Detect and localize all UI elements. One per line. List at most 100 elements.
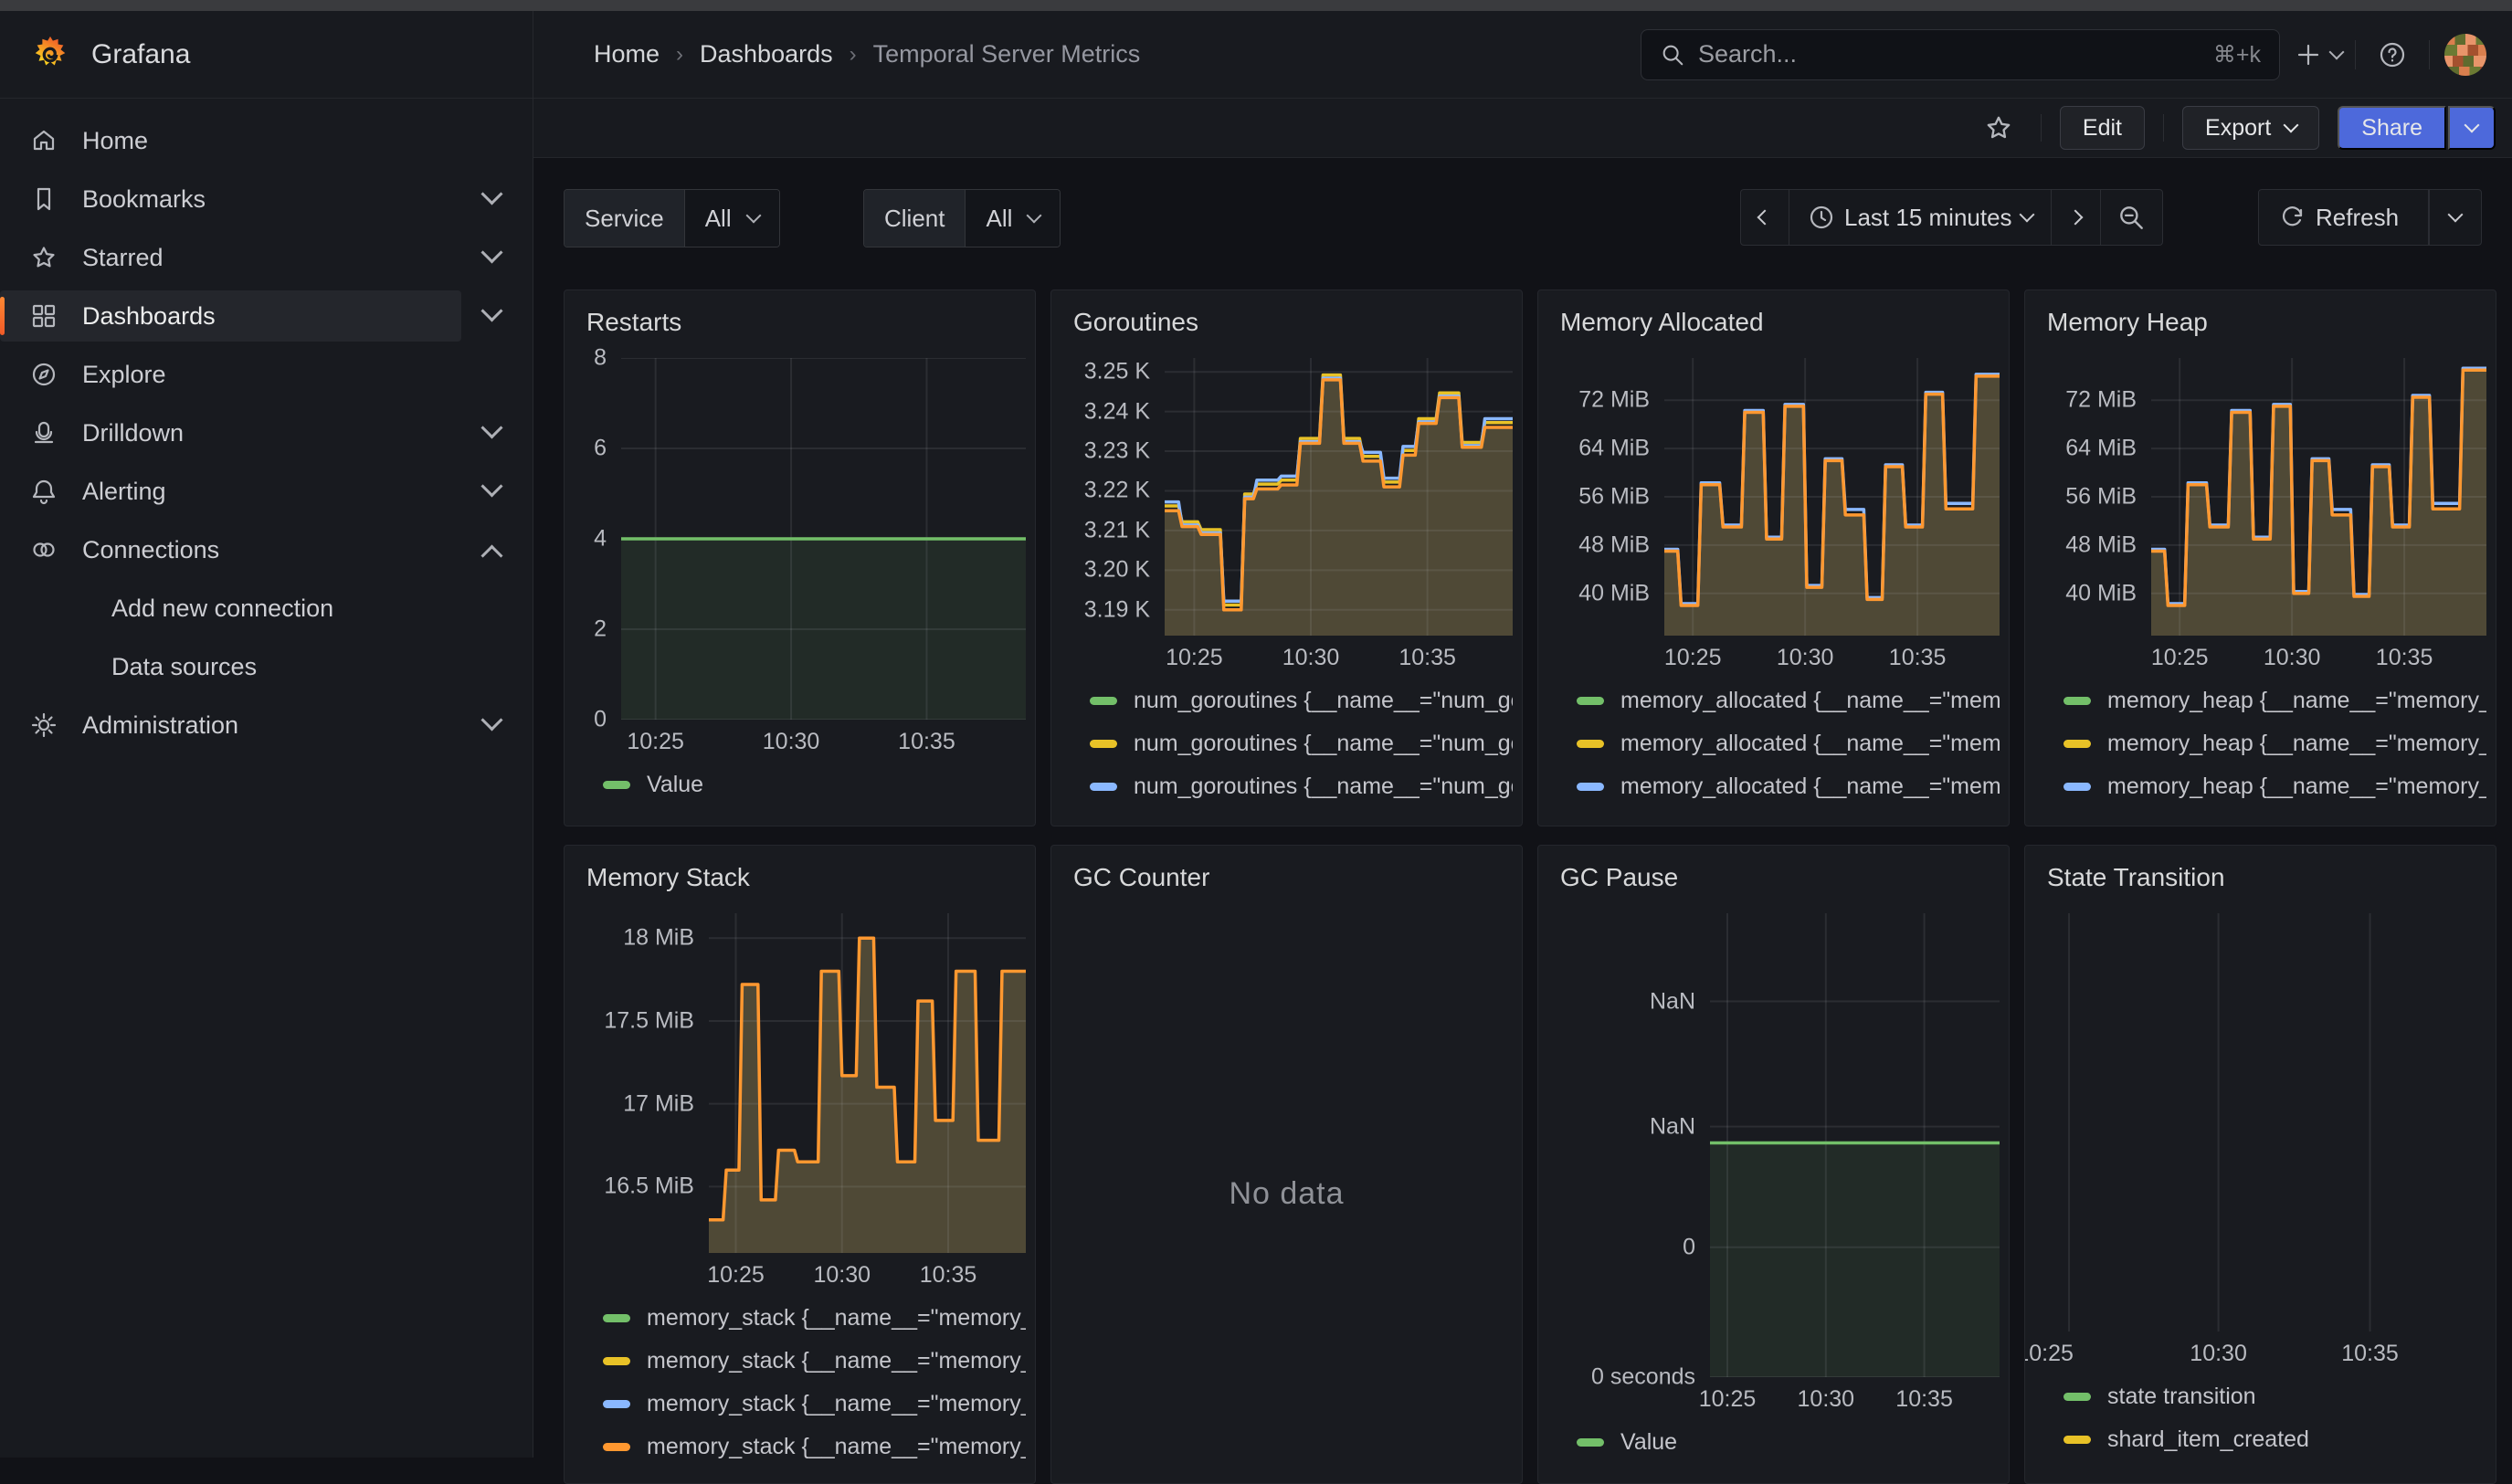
legend-item[interactable]: memory_stack {__name__="memory_stack", i… bbox=[603, 1297, 1026, 1340]
share-button[interactable]: Share bbox=[2338, 106, 2446, 150]
legend-item[interactable]: num_goroutines {__name__="num_goroutines… bbox=[1090, 722, 1513, 765]
sidebar-item-bookmarks[interactable]: Bookmarks bbox=[0, 172, 533, 226]
panel-header[interactable]: Memory Stack bbox=[565, 846, 1035, 904]
sidebar-item-home[interactable]: Home bbox=[0, 113, 533, 168]
client-filter[interactable]: Client All bbox=[863, 189, 1061, 247]
chart-plot[interactable] bbox=[2040, 913, 2486, 1331]
legend-item[interactable]: memory_heap {__name__="memory_heap", ins… bbox=[2063, 722, 2486, 765]
chevron-down-icon[interactable] bbox=[480, 183, 502, 205]
sidebar-item-data-sources[interactable]: Data sources bbox=[0, 639, 533, 694]
add-new-button[interactable] bbox=[2295, 31, 2342, 79]
legend-item[interactable]: memory_heap {__name__="memory_heap", ins… bbox=[2063, 765, 2486, 808]
legend-item[interactable]: memory_stack {__name__="memory_stack", i… bbox=[603, 1383, 1026, 1426]
x-tick-label: 10:30 bbox=[813, 1262, 871, 1289]
help-button[interactable] bbox=[2369, 31, 2416, 79]
panel-header[interactable]: Memory Allocated bbox=[1538, 290, 2009, 349]
legend-item[interactable]: Value bbox=[603, 763, 1026, 806]
legend-item[interactable]: memory_stack {__name__="memory_stack", i… bbox=[603, 1426, 1026, 1468]
chevron-down-icon[interactable] bbox=[480, 416, 502, 438]
panel-header[interactable]: Memory Heap bbox=[2025, 290, 2496, 349]
sidebar-item-dashboards[interactable]: Dashboards bbox=[0, 289, 533, 343]
drilldown-icon bbox=[29, 418, 58, 447]
legend-series-marker bbox=[1090, 783, 1117, 791]
legend-item[interactable]: memory_allocated {__name__="memory_alloc… bbox=[1577, 808, 2000, 818]
legend-item[interactable]: memory_allocated {__name__="memory_alloc… bbox=[1577, 722, 2000, 765]
time-shift-forward-button[interactable] bbox=[2052, 189, 2101, 246]
panel-header[interactable]: Restarts bbox=[565, 290, 1035, 349]
favorite-star-icon[interactable] bbox=[1975, 104, 2022, 152]
y-tick-label: 3.19 K bbox=[1084, 596, 1150, 623]
zoom-out-button[interactable] bbox=[2101, 189, 2163, 246]
edit-button[interactable]: Edit bbox=[2060, 106, 2145, 150]
panel-header[interactable]: Goroutines bbox=[1051, 290, 1522, 349]
sidebar-item-add-new-connection[interactable]: Add new connection bbox=[0, 581, 533, 636]
y-tick-label: 0 seconds bbox=[1591, 1364, 1695, 1391]
y-tick-label: 72 MiB bbox=[2065, 387, 2137, 414]
legend-item[interactable]: memory_heap {__name__="memory_heap", ins… bbox=[2063, 808, 2486, 818]
breadcrumb-dashboards[interactable]: Dashboards bbox=[700, 40, 833, 68]
breadcrumb-home[interactable]: Home bbox=[594, 40, 660, 68]
legend-item[interactable]: state transition bbox=[2063, 1375, 2486, 1418]
export-button[interactable]: Export bbox=[2182, 106, 2319, 150]
refresh-button[interactable]: Refresh bbox=[2258, 189, 2429, 246]
dashboard-canvas: Service All Client All Last 15 minutes R… bbox=[533, 159, 2512, 1458]
y-tick-label: 64 MiB bbox=[2065, 436, 2137, 462]
panel-header[interactable]: GC Pause bbox=[1538, 846, 2009, 904]
legend-item[interactable]: num_goroutines {__name__="num_goroutines… bbox=[1090, 808, 1513, 818]
y-tick-label: 16.5 MiB bbox=[604, 1174, 694, 1200]
legend-item[interactable]: memory_allocated {__name__="memory_alloc… bbox=[1577, 679, 2000, 722]
chevron-down-icon[interactable] bbox=[480, 709, 502, 731]
sidebar-item-explore[interactable]: Explore bbox=[0, 347, 533, 402]
chart-plot[interactable]: NaNNaN00 seconds bbox=[1553, 913, 2000, 1377]
chart-plot[interactable]: 72 MiB64 MiB56 MiB48 MiB40 MiB bbox=[1553, 358, 2000, 636]
grafana-logo-icon[interactable] bbox=[29, 34, 71, 76]
y-tick-label: 6 bbox=[594, 436, 607, 462]
gear-icon bbox=[29, 710, 58, 740]
chart-plot[interactable]: 72 MiB64 MiB56 MiB48 MiB40 MiB bbox=[2040, 358, 2486, 636]
legend-item[interactable]: memory_stack {__name__="memory_stack", i… bbox=[603, 1340, 1026, 1383]
y-axis bbox=[2040, 913, 2047, 1331]
brand-name[interactable]: Grafana bbox=[91, 39, 190, 70]
search-input[interactable]: Search... ⌘+k bbox=[1641, 29, 2280, 80]
avatar[interactable] bbox=[2444, 34, 2486, 76]
x-tick-label: 10:35 bbox=[2341, 1341, 2399, 1367]
time-range-picker[interactable]: Last 15 minutes bbox=[1789, 189, 2052, 246]
sidebar-item-drilldown[interactable]: Drilldown bbox=[0, 405, 533, 460]
legend-item[interactable]: memory_allocated {__name__="memory_alloc… bbox=[1577, 765, 2000, 808]
legend-series-label: memory_heap {__name__="memory_heap", ins… bbox=[2107, 816, 2486, 818]
chart-plot[interactable]: 3.25 K3.24 K3.23 K3.22 K3.21 K3.20 K3.19… bbox=[1066, 358, 1513, 636]
chevron-down-icon[interactable] bbox=[480, 241, 502, 263]
panel-gc-counter: GC Counter No data bbox=[1050, 845, 1523, 1484]
x-tick-label: 10:35 bbox=[898, 729, 955, 755]
time-shift-back-button[interactable] bbox=[1740, 189, 1789, 246]
legend-item[interactable]: num_goroutines {__name__="num_goroutines… bbox=[1090, 679, 1513, 722]
sidebar-item-administration[interactable]: Administration bbox=[0, 698, 533, 753]
search-shortcut: ⌘+k bbox=[2213, 41, 2261, 68]
chart-plot[interactable]: 86420 bbox=[579, 358, 1026, 720]
panel-memory-allocated: Memory Allocated 72 MiB64 MiB56 MiB48 Mi… bbox=[1537, 289, 2010, 826]
sidebar-item-starred[interactable]: Starred bbox=[0, 230, 533, 285]
chevron-up-icon[interactable] bbox=[480, 544, 502, 566]
x-tick-label: 10:25 bbox=[1166, 645, 1223, 671]
legend-item[interactable]: num_goroutines {__name__="num_goroutines… bbox=[1090, 765, 1513, 808]
sidebar-item-connections[interactable]: Connections bbox=[0, 522, 533, 577]
y-axis: NaNNaN00 seconds bbox=[1553, 913, 1710, 1377]
panel-header[interactable]: GC Counter bbox=[1051, 846, 1522, 904]
filter-label: Service bbox=[565, 190, 685, 247]
refresh-icon bbox=[2279, 204, 2306, 231]
chevron-down-icon[interactable] bbox=[480, 475, 502, 497]
refresh-interval-button[interactable] bbox=[2429, 189, 2482, 246]
share-menu-button[interactable] bbox=[2448, 106, 2496, 150]
service-filter[interactable]: Service All bbox=[564, 189, 780, 247]
chevron-down-icon[interactable] bbox=[480, 300, 502, 321]
breadcrumb-current: Temporal Server Metrics bbox=[873, 40, 1141, 68]
panel-title: Memory Allocated bbox=[1560, 308, 1764, 337]
sidebar-item-alerting[interactable]: Alerting bbox=[0, 464, 533, 519]
chart-plot[interactable]: 18 MiB17.5 MiB17 MiB16.5 MiB bbox=[579, 913, 1026, 1253]
legend: Value bbox=[1577, 1421, 2000, 1476]
legend-item[interactable]: memory_heap {__name__="memory_heap", ins… bbox=[2063, 679, 2486, 722]
panel-header[interactable]: State Transition bbox=[2025, 846, 2496, 904]
legend-item[interactable]: shard_item_created bbox=[2063, 1418, 2486, 1461]
bookmark-icon bbox=[29, 184, 58, 214]
legend-series-marker bbox=[1090, 697, 1117, 705]
